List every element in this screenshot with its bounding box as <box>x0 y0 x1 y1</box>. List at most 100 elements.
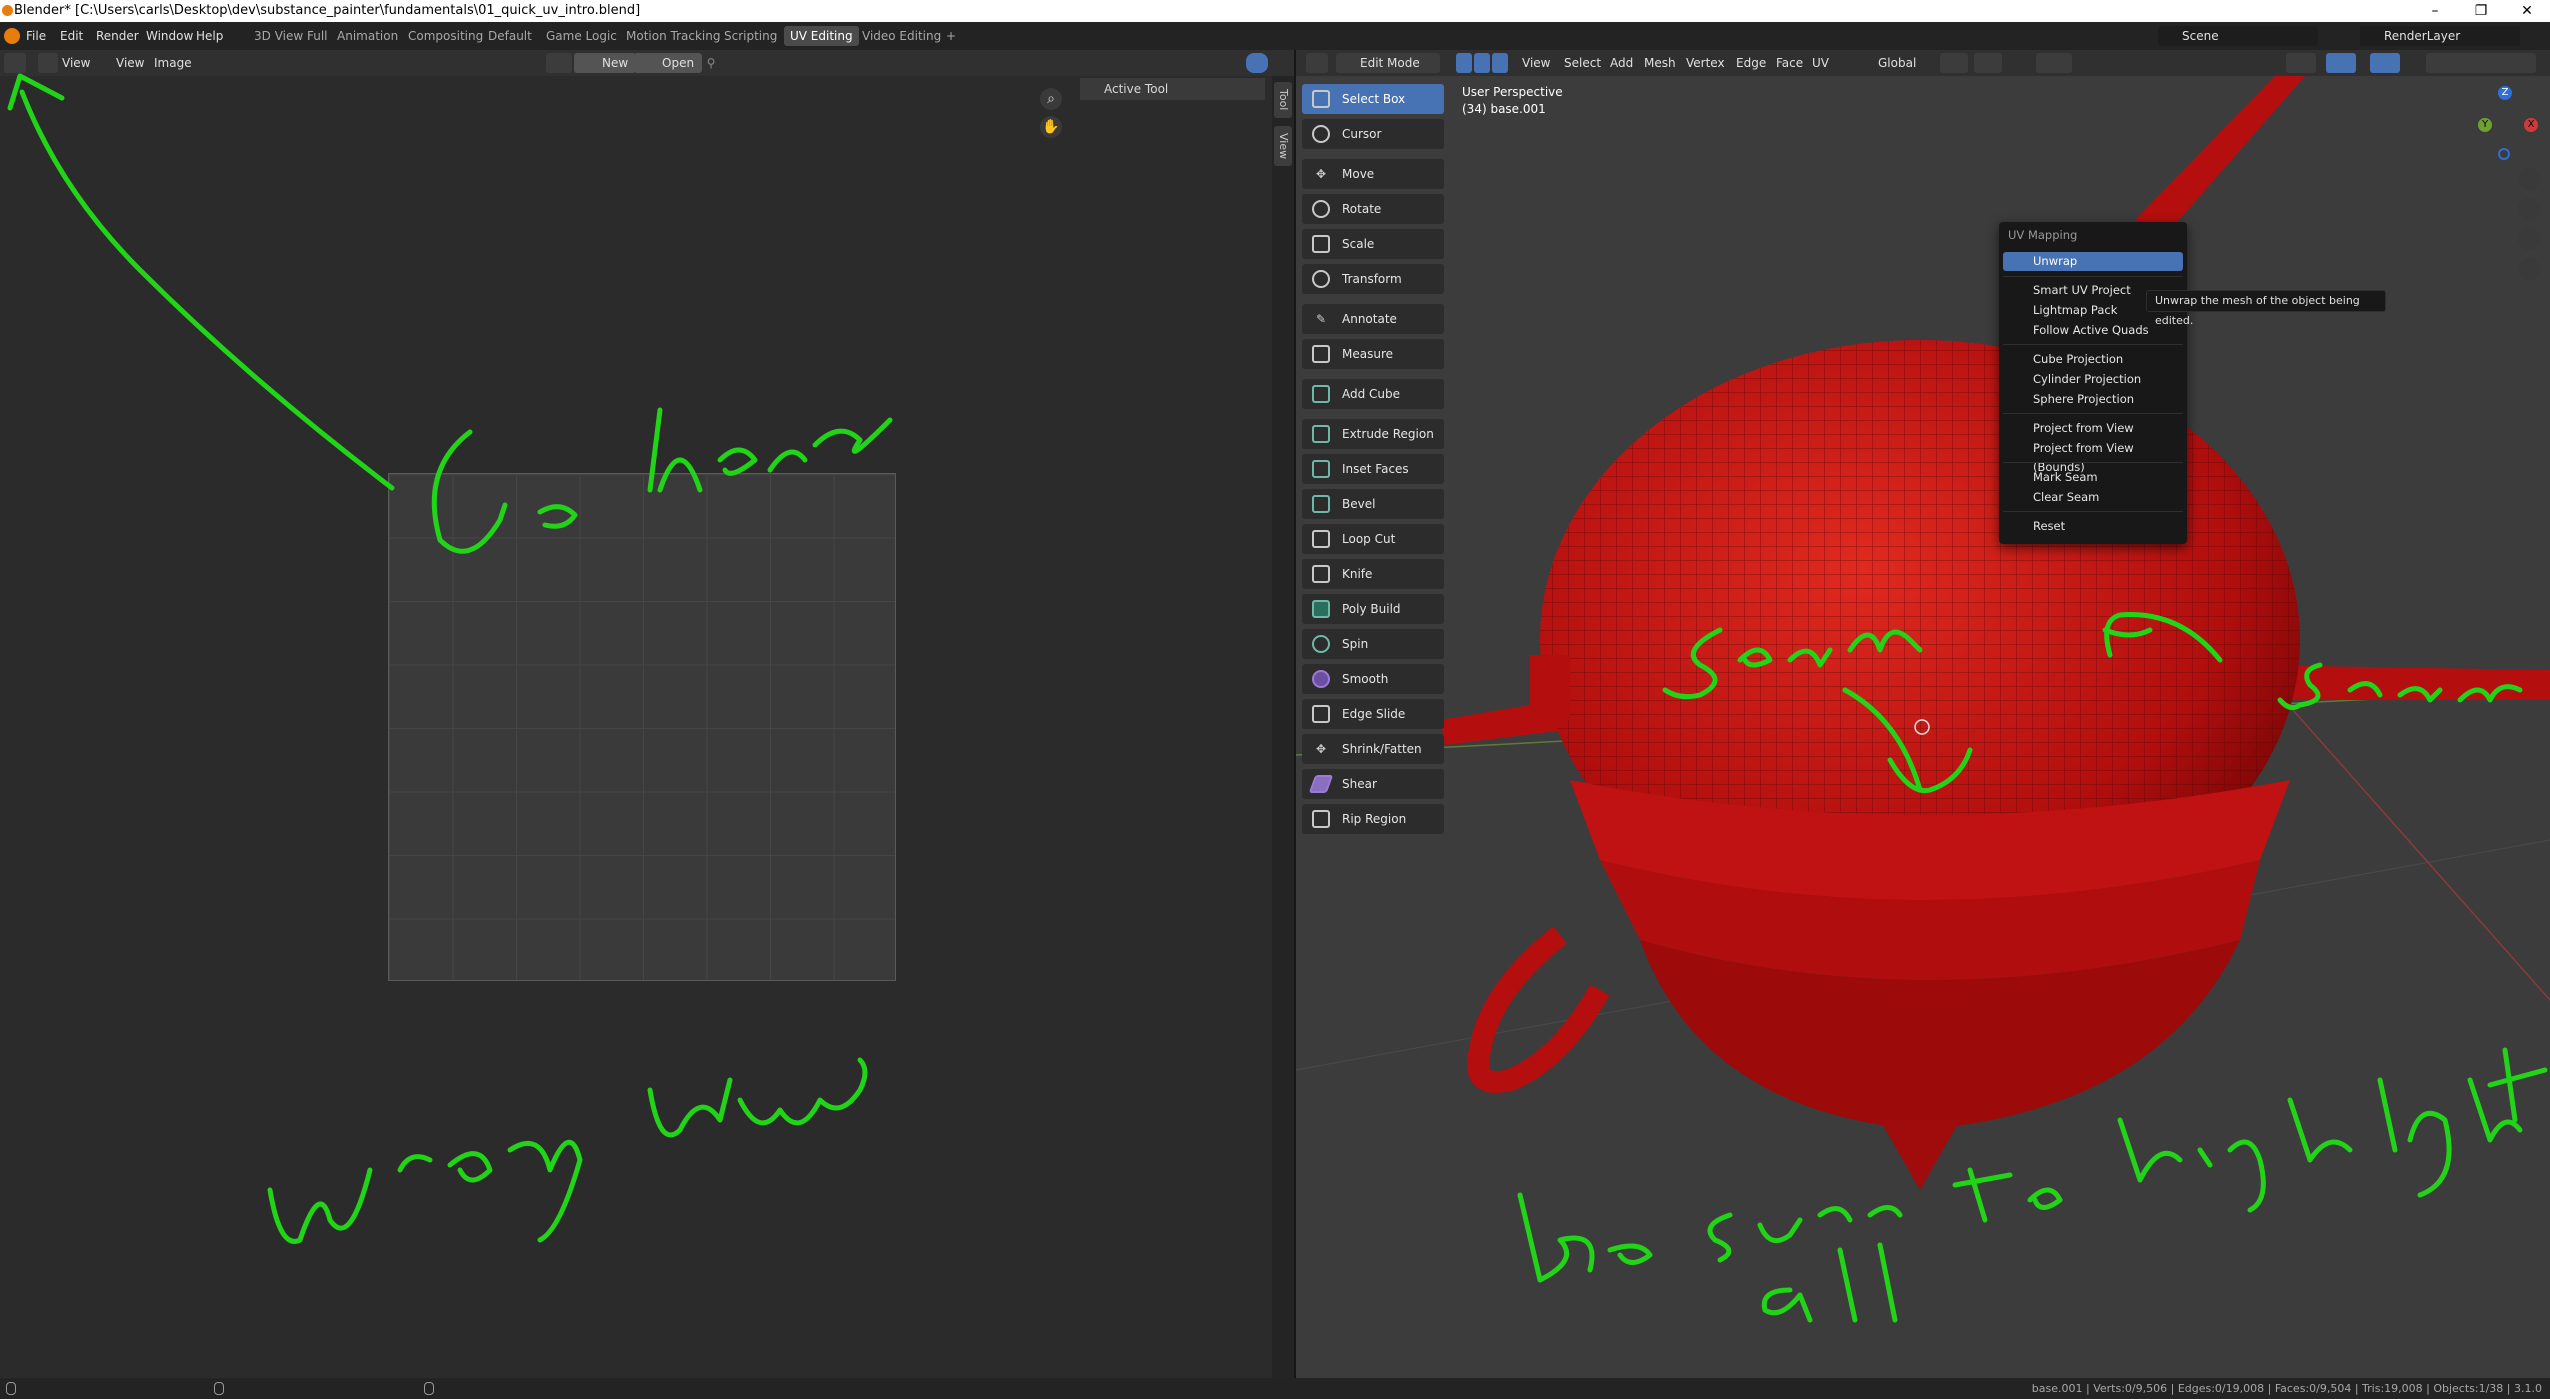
pin-icon[interactable]: ⚲ <box>700 53 722 73</box>
menu-edit[interactable]: Edit <box>60 22 83 50</box>
menu-item-cylinder-projection[interactable]: Cylinder Projection <box>2003 370 2183 389</box>
menu-item-clear-seam[interactable]: Clear Seam <box>2003 488 2183 507</box>
menu-item-cube-projection[interactable]: Cube Projection <box>2003 350 2183 369</box>
tab-scripting[interactable]: Scripting <box>718 26 783 46</box>
camera-icon[interactable] <box>2518 228 2540 250</box>
tool-extrude-region[interactable]: Extrude Region <box>1302 419 1444 449</box>
tool-scale[interactable]: Scale <box>1302 229 1444 259</box>
face-select-icon[interactable] <box>1492 53 1508 73</box>
menu-view-mode[interactable]: View <box>62 50 90 76</box>
navigation-gizmo[interactable]: Z Y X <box>2478 86 2542 162</box>
view-layer-selector[interactable]: RenderLayer <box>2360 26 2520 46</box>
tool-shrink-fatten[interactable]: ✥ Shrink/Fatten <box>1302 734 1444 764</box>
menu-item-reset[interactable]: Reset <box>2003 517 2183 536</box>
tab-view[interactable]: View <box>1274 126 1292 166</box>
menu-file[interactable]: File <box>26 22 46 50</box>
menu-view[interactable]: View <box>116 50 144 76</box>
tool-transform[interactable]: Transform <box>1302 264 1444 294</box>
zoom-icon[interactable] <box>2518 168 2540 190</box>
open-image-button[interactable]: Open <box>634 53 703 73</box>
add-workspace-button[interactable]: + <box>940 26 962 46</box>
tool-spin[interactable]: Spin <box>1302 629 1444 659</box>
menu-item-sphere-projection[interactable]: Sphere Projection <box>2003 390 2183 409</box>
menu-item-project-from-view[interactable]: Project from View <box>2003 419 2183 438</box>
editor-type-icon[interactable] <box>1306 53 1328 73</box>
minimize-icon[interactable]: – <box>2412 0 2458 22</box>
edge-slide-icon <box>1312 705 1330 723</box>
hand-pan-icon[interactable]: ✋ <box>1040 116 1062 138</box>
tool-loop-cut[interactable]: Loop Cut <box>1302 524 1444 554</box>
tool-inset-faces[interactable]: Inset Faces <box>1302 454 1444 484</box>
tab-tool[interactable]: Tool <box>1274 82 1292 118</box>
visibility-icon[interactable] <box>2286 53 2316 73</box>
uv-mode-icon[interactable] <box>38 53 58 73</box>
menu-help[interactable]: Help <box>196 22 223 50</box>
mode-selector[interactable]: Edit Mode <box>1336 53 1440 73</box>
menu-render[interactable]: Render <box>96 22 139 50</box>
tab-motion-tracking[interactable]: Motion Tracking <box>620 26 726 46</box>
tool-smooth[interactable]: Smooth <box>1302 664 1444 694</box>
tool-bevel[interactable]: Bevel <box>1302 489 1444 519</box>
tab-video-editing[interactable]: Video Editing <box>856 26 947 46</box>
menu-uv[interactable]: UV <box>1812 50 1829 76</box>
menu-item-unwrap[interactable]: Unwrap <box>2003 252 2183 271</box>
tool-poly-build[interactable]: Poly Build <box>1302 594 1444 624</box>
gizmo-x-icon[interactable]: X <box>2524 118 2538 132</box>
gizmo-y-icon[interactable]: Y <box>2478 118 2492 132</box>
grid-view-icon[interactable] <box>2518 258 2540 280</box>
pivot-icon[interactable] <box>1940 53 1968 73</box>
menu-select[interactable]: Select <box>1564 50 1601 76</box>
tool-select-box[interactable]: Select Box <box>1302 84 1444 114</box>
scene-selector[interactable]: Scene <box>2158 26 2318 46</box>
tool-move[interactable]: ✥ Move <box>1302 159 1444 189</box>
gizmo-z-icon[interactable]: Z <box>2498 86 2512 100</box>
zoom-icon[interactable]: ⌕ <box>1040 88 1062 110</box>
tool-edge-slide[interactable]: Edge Slide <box>1302 699 1444 729</box>
tab-compositing[interactable]: Compositing <box>402 26 489 46</box>
tab-game-logic[interactable]: Game Logic <box>540 26 623 46</box>
menu-face[interactable]: Face <box>1776 50 1803 76</box>
3d-viewport[interactable] <box>1296 76 2550 1378</box>
tab-3d-view-full[interactable]: 3D View Full <box>248 26 334 46</box>
editor-type-icon[interactable] <box>4 53 26 73</box>
blender-menu-icon[interactable] <box>4 28 20 44</box>
image-browse-icon[interactable] <box>546 53 572 73</box>
proportional-edit-icon[interactable] <box>2036 53 2072 73</box>
overlay-toggle-icon[interactable] <box>2370 53 2400 73</box>
menu-vertex[interactable]: Vertex <box>1686 50 1725 76</box>
menu-edge[interactable]: Edge <box>1736 50 1766 76</box>
menu-item-project-from-view-bounds[interactable]: Project from View (Bounds) <box>2003 439 2183 474</box>
tool-rotate[interactable]: Rotate <box>1302 194 1444 224</box>
menu-view[interactable]: View <box>1522 50 1550 76</box>
tab-default[interactable]: Default <box>482 26 538 46</box>
snap-icon[interactable] <box>1974 53 2002 73</box>
menu-window[interactable]: Window <box>146 22 193 50</box>
menu-add[interactable]: Add <box>1610 50 1633 76</box>
tool-measure[interactable]: Measure <box>1302 339 1444 369</box>
gizmo-neg-z-icon[interactable] <box>2498 148 2510 160</box>
tool-rip-region[interactable]: Rip Region <box>1302 804 1444 834</box>
shading-modes-icon[interactable] <box>2426 53 2536 73</box>
edge-select-icon[interactable] <box>1474 53 1490 73</box>
tool-shear[interactable]: Shear <box>1302 769 1444 799</box>
gizmo-toggle-icon[interactable] <box>2326 53 2356 73</box>
tool-cursor[interactable]: Cursor <box>1302 119 1444 149</box>
menu-item-mark-seam[interactable]: Mark Seam <box>2003 468 2183 487</box>
vertex-select-icon[interactable] <box>1456 53 1472 73</box>
menu-image[interactable]: Image <box>154 50 192 76</box>
active-tool-panel[interactable]: Active Tool <box>1080 78 1265 100</box>
close-icon[interactable]: ✕ <box>2504 0 2550 22</box>
uv-grid[interactable] <box>388 473 896 981</box>
hand-pan-icon[interactable] <box>2518 198 2540 220</box>
tool-knife[interactable]: Knife <box>1302 559 1444 589</box>
tool-label: Scale <box>1342 237 1375 251</box>
orientation-selector[interactable]: Global <box>1856 53 1932 73</box>
tool-annotate[interactable]: ✎ Annotate <box>1302 304 1444 334</box>
overlay-icon[interactable] <box>1246 53 1268 73</box>
tab-animation[interactable]: Animation <box>331 26 404 46</box>
tab-uv-editing[interactable]: UV Editing <box>784 26 859 46</box>
new-image-button[interactable]: New <box>574 53 637 73</box>
tool-add-cube[interactable]: Add Cube <box>1302 379 1444 409</box>
menu-mesh[interactable]: Mesh <box>1644 50 1676 76</box>
maximize-icon[interactable]: ❐ <box>2458 0 2504 22</box>
